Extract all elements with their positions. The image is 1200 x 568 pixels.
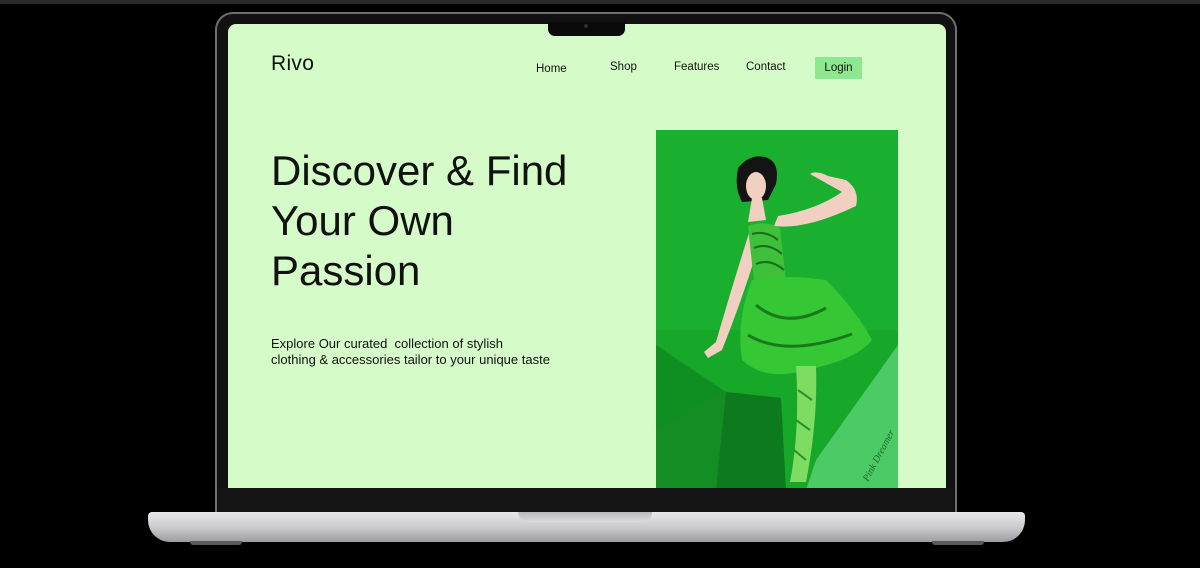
site-logo[interactable]: Rivo (271, 52, 314, 76)
laptop-screen: Rivo Home Shop Features Contact Login Di… (228, 24, 946, 488)
camera-notch (548, 22, 625, 36)
nav-features-link[interactable]: Features (674, 61, 719, 73)
laptop-foot-right (932, 541, 984, 545)
hero-headline: Discover & Find Your Own Passion (271, 146, 631, 296)
subtitle-line-2: clothing & accessories tailor to your un… (271, 352, 550, 367)
fashion-model-illustration: Pink Dreamer (656, 130, 898, 488)
headline-line-3: Passion (271, 247, 421, 294)
hero-subtitle: Explore Our curated collection of stylis… (271, 336, 601, 368)
nav-contact-link[interactable]: Contact (746, 61, 786, 73)
headline-line-1: Discover & Find (271, 147, 568, 194)
screen-bottom-bezel (218, 488, 954, 512)
nav-shop-link[interactable]: Shop (610, 61, 637, 73)
subtitle-line-1: Explore Our curated collection of stylis… (271, 336, 503, 351)
headline-line-2: Your Own (271, 197, 454, 244)
laptop-foot-left (190, 541, 242, 545)
laptop-opening-notch (518, 512, 652, 522)
camera-icon (584, 24, 588, 28)
nav-home-link[interactable]: Home (536, 63, 567, 75)
login-button[interactable]: Login (815, 57, 862, 79)
window-top-edge (0, 0, 1200, 4)
hero-fashion-image: Pink Dreamer (656, 130, 898, 488)
